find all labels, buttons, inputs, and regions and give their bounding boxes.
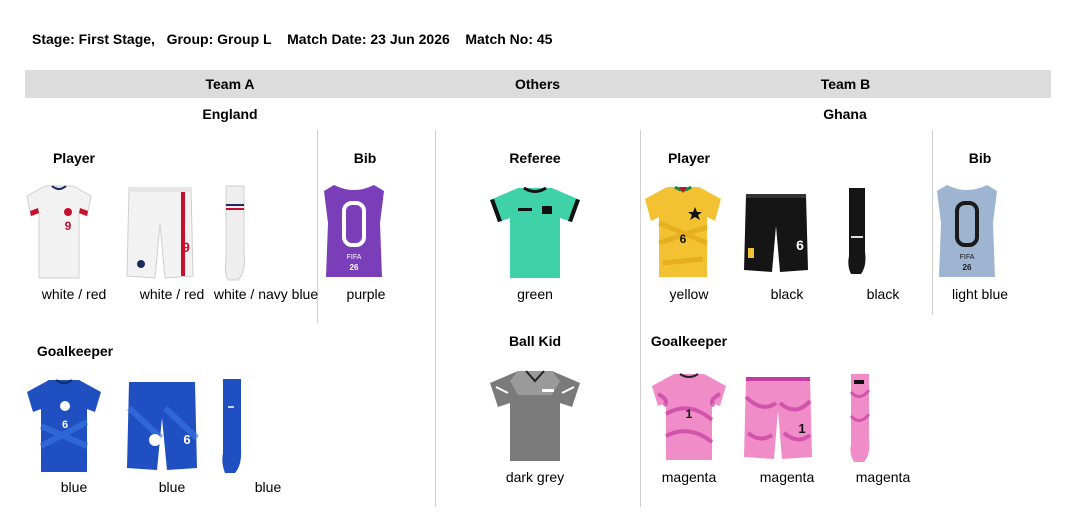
england-goalkeeper-socks-color: blue xyxy=(254,479,282,495)
england-player-socks-color: white / navy blue xyxy=(213,286,319,302)
group-text: Group: Group L xyxy=(166,31,272,47)
ghana-bib-image: FIFA 26 xyxy=(937,185,997,277)
england-player-shirt-number: 9 xyxy=(65,219,72,233)
ghana-goalkeeper-shorts-color: magenta xyxy=(759,469,815,485)
ball-kid-color: dark grey xyxy=(505,469,565,485)
team-b-goalkeeper-heading: Goalkeeper xyxy=(650,333,728,349)
ghana-goalkeeper-shorts-image: 1 xyxy=(744,377,812,459)
ghana-player-shorts-color: black xyxy=(770,286,804,302)
england-player-shirt-color: white / red xyxy=(41,286,107,302)
ghana-goalkeeper-socks-image xyxy=(849,374,871,462)
ghana-player-socks-image xyxy=(848,188,866,274)
others-header: Others xyxy=(514,76,561,92)
divider-team-a-others xyxy=(435,130,436,507)
ghana-bib-color: light blue xyxy=(951,286,1009,302)
ball-kid-heading: Ball Kid xyxy=(508,333,562,349)
referee-color: green xyxy=(517,286,553,302)
team-a-name: England xyxy=(202,106,258,122)
ghana-goalkeeper-shorts-number: 1 xyxy=(798,421,805,436)
match-info: Stage: First Stage, Group: Group L Match… xyxy=(32,31,552,47)
team-b-player-heading: Player xyxy=(667,150,711,166)
svg-text:FIFA: FIFA xyxy=(960,254,975,261)
ghana-goalkeeper-shirt-number: 1 xyxy=(686,407,693,421)
match-date-text: Match Date: 23 Jun 2026 xyxy=(287,31,450,47)
ghana-player-shirt-image: 6 xyxy=(645,185,721,277)
team-b-bib-heading: Bib xyxy=(968,150,992,166)
england-goalkeeper-shirt-image: 6 xyxy=(27,379,101,472)
team-b-name: Ghana xyxy=(823,106,867,122)
team-b-header: Team B xyxy=(820,76,871,92)
england-player-shorts-color: white / red xyxy=(139,286,205,302)
divider-others-team-b xyxy=(640,130,641,507)
england-bib-badge: 26 xyxy=(350,263,359,272)
england-player-shorts-number: 9 xyxy=(182,239,190,255)
ghana-player-shirt-color: yellow xyxy=(669,286,709,302)
ghana-player-shorts-image: 6 xyxy=(744,194,808,272)
column-header-band: Team A Others Team B xyxy=(25,70,1051,98)
england-goalkeeper-shorts-image: 6 xyxy=(126,382,199,470)
ghana-player-shirt-number: 6 xyxy=(680,232,687,246)
england-goalkeeper-shirt-number: 6 xyxy=(62,419,68,431)
england-goalkeeper-shirt-color: blue xyxy=(60,479,88,495)
stage-text: Stage: First Stage, xyxy=(32,31,155,47)
ghana-player-socks-color: black xyxy=(866,286,900,302)
team-a-player-heading: Player xyxy=(52,150,96,166)
england-player-shorts-image: 9 xyxy=(126,187,194,279)
england-goalkeeper-shorts-number: 6 xyxy=(183,432,190,447)
england-player-shirt-image: 9 xyxy=(26,185,92,279)
team-a-header: Team A xyxy=(205,76,255,92)
england-goalkeeper-shorts-color: blue xyxy=(158,479,186,495)
svg-text:FIFA: FIFA xyxy=(347,254,362,261)
match-number-text: Match No: 45 xyxy=(465,31,553,47)
ghana-player-shorts-number: 6 xyxy=(796,237,804,253)
referee-heading: Referee xyxy=(509,150,561,166)
england-bib-image: FIFA 26 xyxy=(324,185,384,277)
ghana-goalkeeper-shirt-color: magenta xyxy=(661,469,717,485)
england-bib-color: purple xyxy=(346,286,386,302)
ghana-goalkeeper-shirt-image: 1 xyxy=(652,373,726,460)
referee-shirt-image xyxy=(490,186,580,278)
england-goalkeeper-socks-image xyxy=(222,379,242,473)
ball-kid-shirt-image xyxy=(490,370,580,461)
team-a-goalkeeper-heading: Goalkeeper xyxy=(36,343,114,359)
england-player-socks-image xyxy=(224,185,245,281)
ghana-bib-badge: 26 xyxy=(963,263,972,272)
team-a-bib-heading: Bib xyxy=(353,150,377,166)
ghana-goalkeeper-socks-color: magenta xyxy=(855,469,911,485)
